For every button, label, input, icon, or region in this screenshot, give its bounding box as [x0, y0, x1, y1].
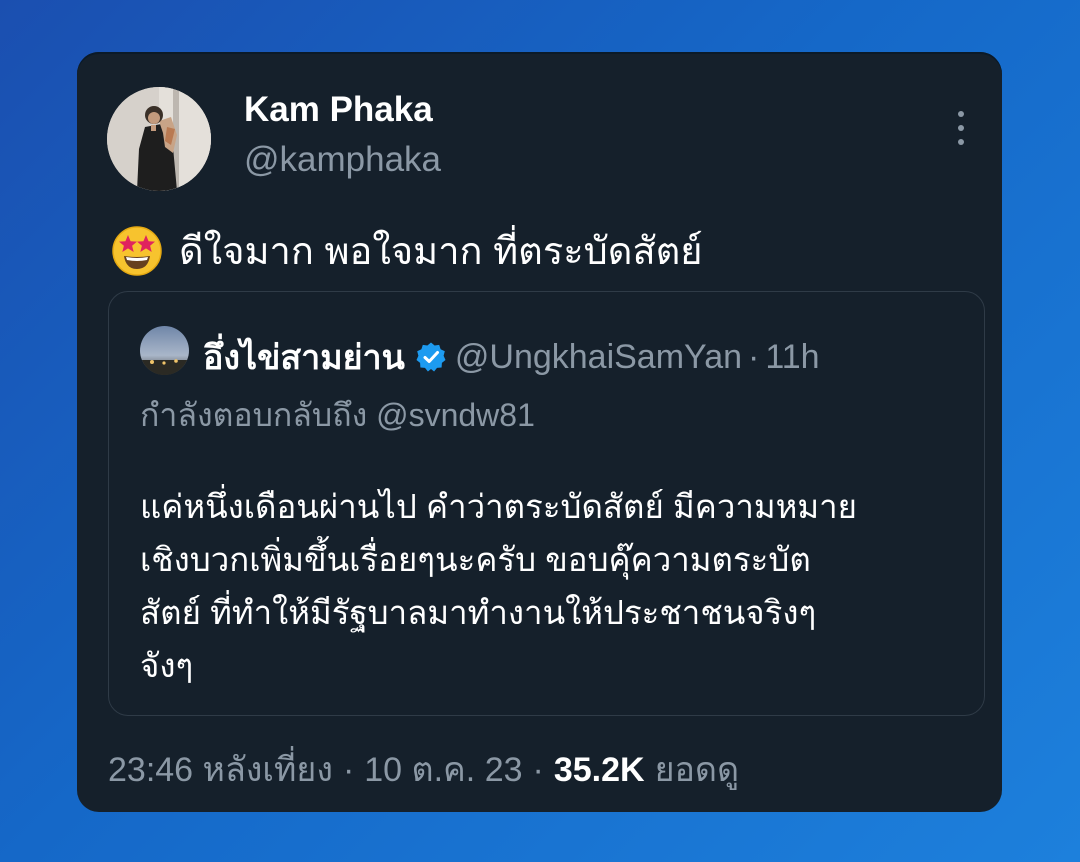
author-handle[interactable]: @kamphaka: [244, 140, 441, 180]
quoted-separator: ·: [748, 337, 760, 376]
tweet-text-row: ดีใจมาก พอใจมาก ที่ตระบัดสัตย์: [111, 220, 703, 281]
quoted-timestamp[interactable]: 11h: [765, 338, 819, 377]
views-label: ยอดดู: [654, 751, 740, 789]
quoted-body: แค่หนึ่งเดือนผ่านไป คำว่าตระบัดสัตย์ มีค…: [140, 480, 960, 692]
quoted-body-line: แค่หนึ่งเดือนผ่านไป คำว่าตระบัดสัตย์ มีค…: [140, 488, 858, 525]
meta-separator: ·: [532, 751, 544, 789]
quoted-tweet[interactable]: อึ่งไข่สามย่าน @UngkhaiSamYan · 11h กำลั…: [108, 291, 985, 716]
more-options-button[interactable]: [949, 108, 973, 148]
tweet-card[interactable]: Kam Phaka @kamphaka ดีใจมาก พอใจมาก ที่ต…: [77, 52, 1002, 812]
quoted-author-avatar[interactable]: [140, 326, 189, 375]
more-dot: [958, 139, 964, 145]
tweet-text: ดีใจมาก พอใจมาก ที่ตระบัดสัตย์: [179, 231, 703, 273]
quoted-body-line: เชิงบวกเพิ่มขึ้นเรื่อยๆนะครับ ขอบคุ๊ความ…: [140, 541, 811, 578]
more-dot: [958, 125, 964, 131]
meta-separator: ·: [342, 751, 355, 789]
verified-badge-icon: [415, 341, 447, 373]
author-avatar[interactable]: [107, 87, 211, 191]
tweet-time[interactable]: 23:46 หลังเที่ยง: [108, 742, 333, 796]
quoted-handle[interactable]: @UngkhaiSamYan: [455, 338, 742, 377]
quoted-display-name[interactable]: อึ่งไข่สามย่าน: [203, 330, 405, 384]
quoted-reply-to: กำลังตอบกลับถึง @svndw81: [140, 397, 535, 433]
tweet-meta: 23:46 หลังเที่ยง · 10 ต.ค. 23 · 35.2K ยอ…: [108, 742, 739, 796]
tweet-date[interactable]: 10 ต.ค. 23: [364, 742, 522, 796]
star-struck-emoji: [111, 225, 163, 277]
author-display-name[interactable]: Kam Phaka: [244, 90, 433, 130]
quoted-body-line: จังๆ: [140, 647, 194, 684]
more-vertical-icon: [958, 111, 964, 117]
views-count[interactable]: 35.2K: [554, 751, 645, 790]
quoted-header: อึ่งไข่สามย่าน @UngkhaiSamYan · 11h: [203, 330, 820, 384]
quoted-body-line: สัตย์ ที่ทำให้มีรัฐบาลมาทำงานให้ประชาชนจ…: [140, 594, 817, 631]
